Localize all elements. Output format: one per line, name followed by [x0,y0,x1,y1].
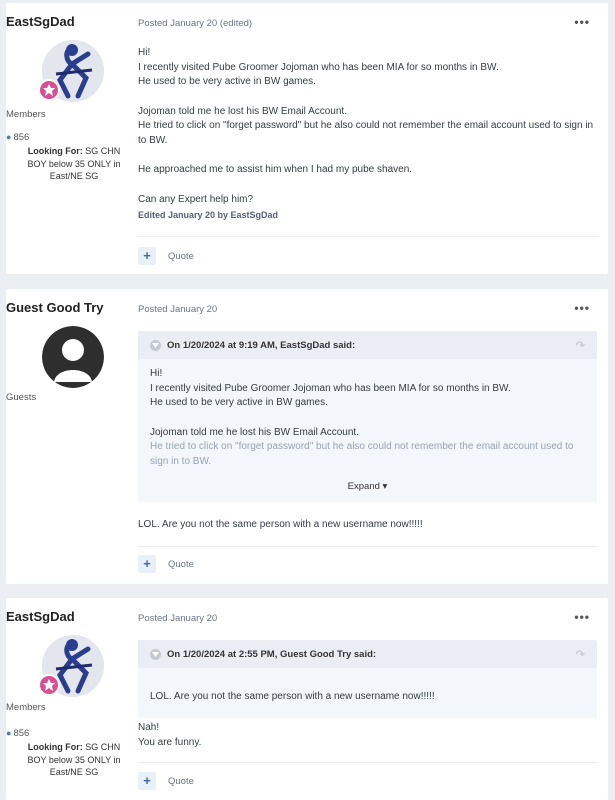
member-group: Guests [6,392,37,403]
content-count: ● 856 [6,132,30,143]
share-icon[interactable]: ↷ [576,648,585,661]
rank-badge-icon [38,79,60,101]
looking-for: Looking For: SG CHN BOY below 35 ONLY in… [27,742,121,777]
quote-text: LOL. Are you not the same person with a … [150,691,435,702]
post-date[interactable]: Posted January 20 (edited) [138,18,252,29]
post-body: Nah! You are funny. [138,722,202,748]
post-date[interactable]: Posted January 20 [138,304,217,315]
quote-button[interactable]: Quote [168,776,194,787]
author-name[interactable]: EastSgDad [6,14,136,29]
post-body: LOL. Are you not the same person with a … [138,519,423,530]
quote-citation: On 1/20/2024 at 9:19 AM, EastSgDad said:… [138,331,597,359]
post-actions: + Quote [138,247,194,265]
comment-bubble-icon: ● [6,728,12,738]
forum-post: EastSgDad Members ● 856 Looking For: SG C… [6,598,608,800]
member-group: Members [6,109,46,120]
divider [138,236,598,237]
quote-button[interactable]: Quote [168,559,194,570]
post-actions: + Quote [138,555,194,573]
forum-post: EastSgDad Members ● 856 Looking For: SG C… [6,3,608,274]
author-name[interactable]: Guest Good Try [6,300,136,315]
quote-citation: On 1/20/2024 at 2:55 PM, Guest Good Try … [138,640,597,668]
collapse-icon[interactable] [150,339,161,351]
avatar [42,326,104,388]
more-options-icon[interactable]: ••• [574,301,590,315]
share-icon[interactable]: ↷ [576,339,585,352]
forum-post: Guest Good Try Guests Posted January 20 … [6,289,608,584]
expand-button[interactable]: Expand ▾ [138,481,597,492]
divider [138,546,598,547]
comment-bubble-icon: ● [6,132,12,142]
post-actions: + Quote [138,772,194,790]
content-count: ● 856 [6,728,30,739]
member-group: Members [6,702,46,713]
looking-for: Looking For: SG CHN BOY below 35 ONLY in… [27,146,121,181]
quote-block: On 1/20/2024 at 9:19 AM, EastSgDad said:… [138,331,597,502]
post-date[interactable]: Posted January 20 [138,613,217,624]
author-name[interactable]: EastSgDad [6,609,136,624]
edited-note: Edited January 20 by EastSgDad [138,210,279,220]
rank-badge-icon [38,674,60,696]
react-button[interactable]: + [138,555,156,573]
post-body: Hi! I recently visited Pube Groomer Jojo… [138,46,600,223]
quote-button[interactable]: Quote [168,251,194,262]
quote-text: Hi! I recently visited Pube Groomer Jojo… [150,368,574,467]
react-button[interactable]: + [138,772,156,790]
more-options-icon[interactable]: ••• [574,15,590,29]
quote-block: On 1/20/2024 at 2:55 PM, Guest Good Try … [138,640,597,718]
caret-down-icon: ▾ [382,481,388,492]
divider [138,762,598,763]
react-button[interactable]: + [138,247,156,265]
collapse-icon[interactable] [150,648,161,660]
more-options-icon[interactable]: ••• [574,610,590,624]
